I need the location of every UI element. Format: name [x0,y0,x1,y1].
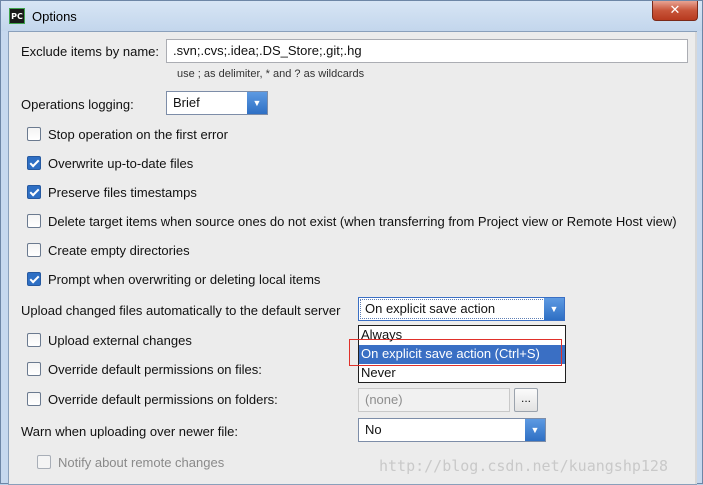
highlight-annotation-box [349,339,562,366]
folder-permissions-browse-button: ... [514,388,538,412]
checkbox-label: Override default permissions on folders: [48,392,278,407]
upload-changed-label: Upload changed files automatically to th… [21,303,341,318]
checkbox-icon[interactable] [27,243,41,257]
warn-newer-combo[interactable]: No ▼ [358,418,546,442]
operations-logging-value: Brief [173,95,200,110]
checkbox-icon[interactable] [27,214,41,228]
checkbox-label: Prompt when overwriting or deleting loca… [48,272,321,287]
checkbox-overwrite-up-to-date[interactable]: Overwrite up-to-date files [27,155,193,173]
exclude-label: Exclude items by name: [21,44,160,59]
checkbox-label: Stop operation on the first error [48,127,228,142]
checkbox-icon[interactable] [27,333,41,347]
checkbox-checked-icon[interactable] [27,156,41,170]
folder-permissions-input: (none) [358,388,510,412]
checkbox-icon[interactable] [27,392,41,406]
checkbox-icon [37,455,51,469]
scrollbar[interactable] [695,32,697,484]
close-button[interactable]: ✕ [652,1,698,21]
watermark: http://blog.csdn.net/kuangshp128 [379,457,668,475]
checkbox-checked-icon[interactable] [27,185,41,199]
warn-newer-label: Warn when uploading over newer file: [21,424,239,439]
checkbox-create-empty-dirs[interactable]: Create empty directories [27,242,190,260]
chevron-down-icon[interactable]: ▼ [247,92,267,114]
checkbox-override-files[interactable]: Override default permissions on files: [27,361,262,379]
checkbox-notify-remote-changes: Notify about remote changes [37,454,224,472]
exclude-hint: use ; as delimiter, * and ? as wildcards [177,68,365,80]
options-dialog: PC Options ✕ Exclude items by name: .svn… [0,0,703,485]
checkbox-stop-on-error[interactable]: Stop operation on the first error [27,126,228,144]
operations-logging-combo[interactable]: Brief ▼ [166,91,268,115]
checkbox-checked-icon[interactable] [27,272,41,286]
window-title: Options [32,9,77,24]
checkbox-label: Preserve files timestamps [48,185,197,200]
exclude-input[interactable]: .svn;.cvs;.idea;.DS_Store;.git;.hg [166,39,688,63]
operations-logging-label: Operations logging: [21,97,134,112]
title-bar[interactable]: PC Options ✕ [1,1,702,31]
chevron-down-icon[interactable]: ▼ [544,298,564,320]
upload-mode-combo[interactable]: On explicit save action (Ctrl+S) ▼ [358,297,565,338]
checkbox-preserve-timestamps[interactable]: Preserve files timestamps [27,184,197,202]
checkbox-label: Override default permissions on files: [48,362,262,377]
checkbox-override-folders[interactable]: Override default permissions on folders: [27,391,278,409]
checkbox-label: Notify about remote changes [58,455,225,470]
pycharm-app-icon: PC [9,8,25,24]
checkbox-label: Delete target items when source ones do … [48,214,677,229]
dialog-content: Exclude items by name: .svn;.cvs;.idea;.… [8,31,697,485]
checkbox-prompt-overwrite[interactable]: Prompt when overwriting or deleting loca… [27,271,320,289]
warn-newer-value: No [365,422,382,437]
checkbox-icon[interactable] [27,127,41,141]
checkbox-icon[interactable] [27,362,41,376]
dropdown-option-never[interactable]: Never [359,364,565,383]
checkbox-label: Create empty directories [48,243,190,258]
checkbox-label: Upload external changes [48,333,192,348]
checkbox-delete-target-items[interactable]: Delete target items when source ones do … [27,213,677,231]
chevron-down-icon[interactable]: ▼ [525,419,545,441]
checkbox-label: Overwrite up-to-date files [48,156,194,171]
checkbox-upload-external[interactable]: Upload external changes [27,332,192,350]
